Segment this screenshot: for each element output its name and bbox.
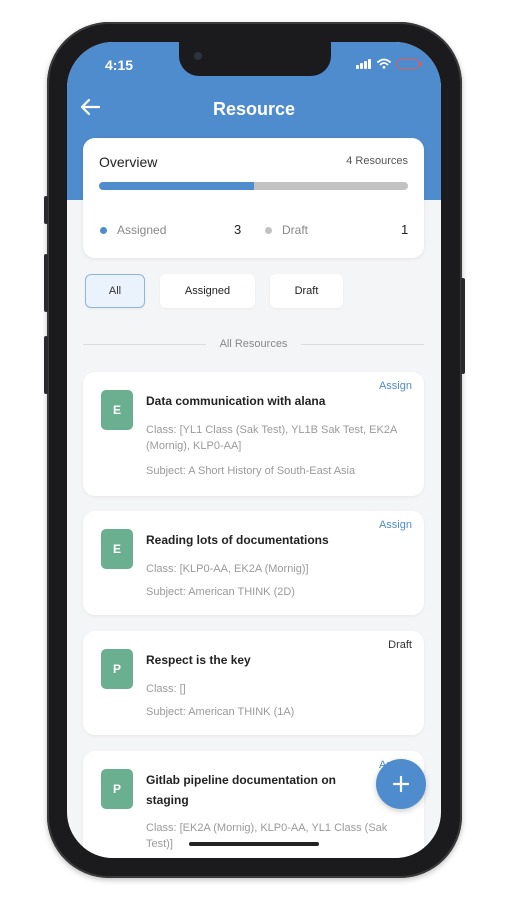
section-label: All Resources [219, 338, 288, 350]
overview-card: Overview 4 Resources Assigned 3 Draft 1 [83, 138, 424, 258]
resource-title: Gitlab pipeline documentation on staging [146, 773, 337, 807]
overview-progress-track [99, 182, 408, 190]
resource-type-avatar: E [101, 390, 133, 430]
resource-title: Data communication with alana [146, 394, 326, 408]
overview-title: Overview [99, 154, 158, 170]
resource-class: Class: [KLP0-AA, EK2A (Mornig)] [146, 563, 309, 575]
status-time: 4:15 [105, 57, 134, 73]
filter-tab-assigned[interactable]: Assigned [160, 274, 255, 308]
page-title: Resource [212, 99, 296, 119]
assign-button[interactable]: Assign [379, 380, 412, 392]
app-screen: 4:15 Resource Overview 4 Resources Assig… [67, 42, 441, 858]
resource-subject: Subject: American THINK (2D) [146, 586, 295, 598]
draft-label: Draft [282, 223, 309, 237]
resource-title: Respect is the key [146, 653, 251, 667]
resource-subject: Subject: American THINK (1A) [146, 706, 295, 718]
draft-count: 1 [401, 222, 409, 237]
resource-subject: Subject: A Short History of South-East A… [146, 465, 356, 477]
resource-card[interactable]: P Respect is the key Draft Class: [] Sub… [83, 631, 424, 735]
draft-dot-icon [265, 226, 272, 234]
resource-card[interactable]: E Reading lots of documentations Assign … [83, 511, 424, 615]
assigned-dot-icon [100, 226, 107, 234]
resource-type-avatar: E [101, 529, 133, 569]
resource-type-avatar: P [101, 769, 133, 809]
resource-card[interactable]: E Data communication with alana Assign C… [83, 372, 424, 496]
silent-switch [44, 196, 48, 224]
status-icons [356, 58, 422, 69]
filter-tab-all[interactable]: All [85, 274, 145, 308]
notch [179, 42, 331, 76]
volume-down-button [44, 336, 48, 394]
signal-icon [356, 58, 371, 69]
resource-title: Reading lots of documentations [146, 533, 329, 547]
camera-icon [194, 52, 202, 60]
assign-button[interactable]: Assign [379, 519, 412, 531]
add-resource-button[interactable] [376, 759, 426, 809]
assigned-count: 3 [234, 222, 242, 237]
resource-class: Class: [YL1 Class (Sak Test), YL1B Sak T… [146, 424, 397, 452]
draft-stat: Draft [265, 223, 308, 237]
resource-class: Class: [] [146, 683, 186, 695]
assigned-stat: Assigned [100, 223, 166, 237]
overview-progress-fill [99, 182, 254, 190]
home-indicator [189, 842, 319, 846]
battery-icon [397, 58, 422, 69]
section-divider: All Resources [83, 338, 425, 350]
power-button [461, 278, 465, 374]
plus-icon [392, 775, 410, 793]
draft-status-badge: Draft [388, 639, 412, 651]
resource-type-avatar: P [101, 649, 133, 689]
resource-count: 4 Resources [346, 155, 408, 167]
wifi-icon [377, 58, 391, 69]
page: 4:15 Resource Overview 4 Resources Assig… [0, 0, 506, 900]
volume-up-button [44, 254, 48, 312]
resource-class: Class: [EK2A (Mornig), KLP0-AA, YL1 Clas… [146, 822, 388, 850]
assigned-label: Assigned [117, 223, 167, 237]
filter-tab-draft[interactable]: Draft [270, 274, 343, 308]
